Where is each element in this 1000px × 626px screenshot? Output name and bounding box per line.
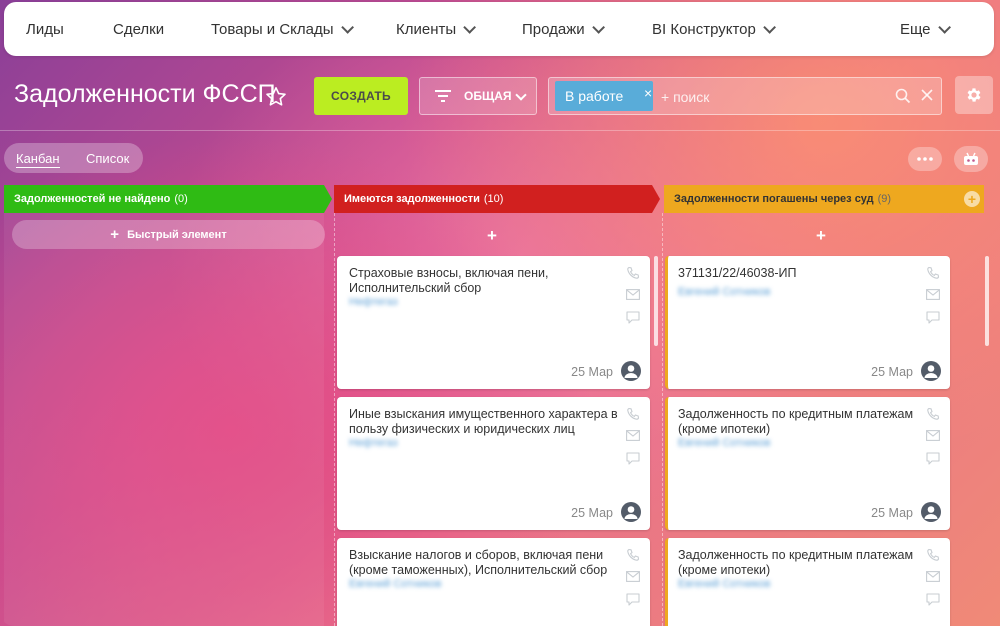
card-title[interactable]: Страховые взносы, включая пени, Исполнит… [349,266,619,296]
chat-icon[interactable] [626,593,640,606]
email-icon[interactable] [926,430,940,441]
view-tab-kanban[interactable]: Канбан [16,151,60,168]
chat-icon[interactable] [926,452,940,465]
column-separator [662,213,663,626]
card-date: 25 Мар [571,506,613,520]
filter-preset-button[interactable]: ОБЩАЯ [419,77,537,115]
email-icon[interactable] [926,289,940,300]
column-scrollbar[interactable] [654,256,658,346]
email-icon[interactable] [626,430,640,441]
search-input[interactable] [659,84,883,110]
column-header-not-found[interactable]: Задолженностей не найдено (0) [4,185,332,213]
avatar[interactable] [921,502,941,522]
card-date: 25 Мар [571,365,613,379]
add-card-plus-icon[interactable]: + [487,226,497,246]
card-date: 25 Мар [871,506,913,520]
view-switcher: Канбан Список [4,143,143,173]
kanban-card[interactable]: Взыскание налогов и сборов, включая пени… [337,538,650,626]
toolbar-divider [0,130,1000,131]
filter-preset-label: ОБЩАЯ [464,89,512,103]
search-icon[interactable] [895,88,911,104]
search-box[interactable]: В работе × [548,77,942,115]
create-button[interactable]: СОЗДАТЬ [314,77,408,115]
gear-icon [967,88,981,102]
clear-icon[interactable] [920,88,934,102]
card-title[interactable]: Задолженность по кредитным платежам (кро… [678,407,948,437]
chevron-down-icon [591,20,605,34]
chat-icon[interactable] [626,311,640,324]
kanban-card[interactable]: Задолженность по кредитным платежам (кро… [665,397,950,530]
column-header-debts[interactable]: Имеются задолженности (10) [334,185,660,213]
card-title[interactable]: Задолженность по кредитным платежам (кро… [678,548,948,578]
column-separator [334,213,335,626]
phone-icon[interactable] [626,548,640,562]
settings-button[interactable] [955,76,993,114]
kanban-card[interactable]: Страховые взносы, включая пени, Исполнит… [337,256,650,389]
card-responsible[interactable]: Евгений Сотников [678,437,770,449]
stage-arrow [652,185,660,213]
email-icon[interactable] [926,571,940,582]
phone-icon[interactable] [626,266,640,280]
column-scrollbar[interactable] [985,256,989,346]
chat-icon[interactable] [926,311,940,324]
nav-item-sales[interactable]: Продажи [522,2,605,56]
email-icon[interactable] [626,289,640,300]
card-title[interactable]: Иные взыскания имущественного характера … [349,407,619,437]
nav-item-products[interactable]: Товары и Склады [211,2,354,56]
phone-icon[interactable] [926,548,940,562]
add-stage-icon[interactable]: + [964,191,980,207]
nav-item-deals[interactable]: Сделки [113,2,164,56]
chat-icon[interactable] [926,593,940,606]
chevron-down-icon [515,89,527,101]
email-icon[interactable] [626,571,640,582]
quick-add-button[interactable]: + Быстрый элемент [12,220,325,249]
filter-tag: В работе × [555,81,653,111]
column-body-not-found [4,213,324,626]
chevron-down-icon [340,20,354,34]
kanban-card[interactable]: Задолженность по кредитным платежам (кро… [665,538,950,626]
card-responsible[interactable]: Евгений Сотников [678,578,770,590]
card-company[interactable]: Нефтегаз [349,296,398,308]
chevron-down-icon [937,20,951,34]
card-title[interactable]: Взыскание налогов и сборов, включая пени… [349,548,619,578]
robots-button[interactable] [954,146,988,172]
user-icon [624,506,638,519]
chevron-down-icon [463,20,477,34]
avatar[interactable] [621,361,641,381]
user-icon [924,365,938,378]
kanban-card[interactable]: 371131/22/46038-ИП Евгений Сотников 25 М… [665,256,950,389]
star-icon[interactable] [264,85,288,109]
page-title: Задолженности ФССП [14,80,276,108]
column-header-paid-court[interactable]: Задолженности погашены через суд (9) + [664,185,984,213]
filter-icon [435,90,451,102]
card-date: 25 Мар [871,365,913,379]
chevron-down-icon [763,20,776,34]
more-dots-icon [917,157,933,161]
phone-icon[interactable] [926,266,940,280]
user-icon [624,365,638,378]
phone-icon[interactable] [626,407,640,421]
robot-icon [964,152,978,165]
stage-arrow [324,185,332,213]
user-icon [924,506,938,519]
more-options-button[interactable] [908,147,942,171]
phone-icon[interactable] [926,407,940,421]
card-company[interactable]: Нефтегаз [349,437,398,449]
kanban-card[interactable]: Иные взыскания имущественного характера … [337,397,650,530]
view-tab-list[interactable]: Список [86,151,129,166]
card-responsible[interactable]: Евгений Сотников [678,286,770,298]
card-title[interactable]: 371131/22/46038-ИП [678,266,948,281]
plus-icon: + [110,226,120,243]
add-card-plus-icon[interactable]: + [816,226,826,246]
avatar[interactable] [621,502,641,522]
nav-item-more[interactable]: Еще [900,2,951,56]
card-responsible[interactable]: Евгений Сотников [349,578,441,590]
avatar[interactable] [921,361,941,381]
chat-icon[interactable] [626,452,640,465]
nav-item-leads[interactable]: Лиды [26,2,64,56]
tag-close-icon[interactable]: × [644,85,652,101]
nav-item-clients[interactable]: Клиенты [396,2,477,56]
top-navigation: Лиды Сделки Товары и Склады Клиенты Прод… [4,2,994,56]
nav-item-bi[interactable]: BI Конструктор [652,2,776,56]
